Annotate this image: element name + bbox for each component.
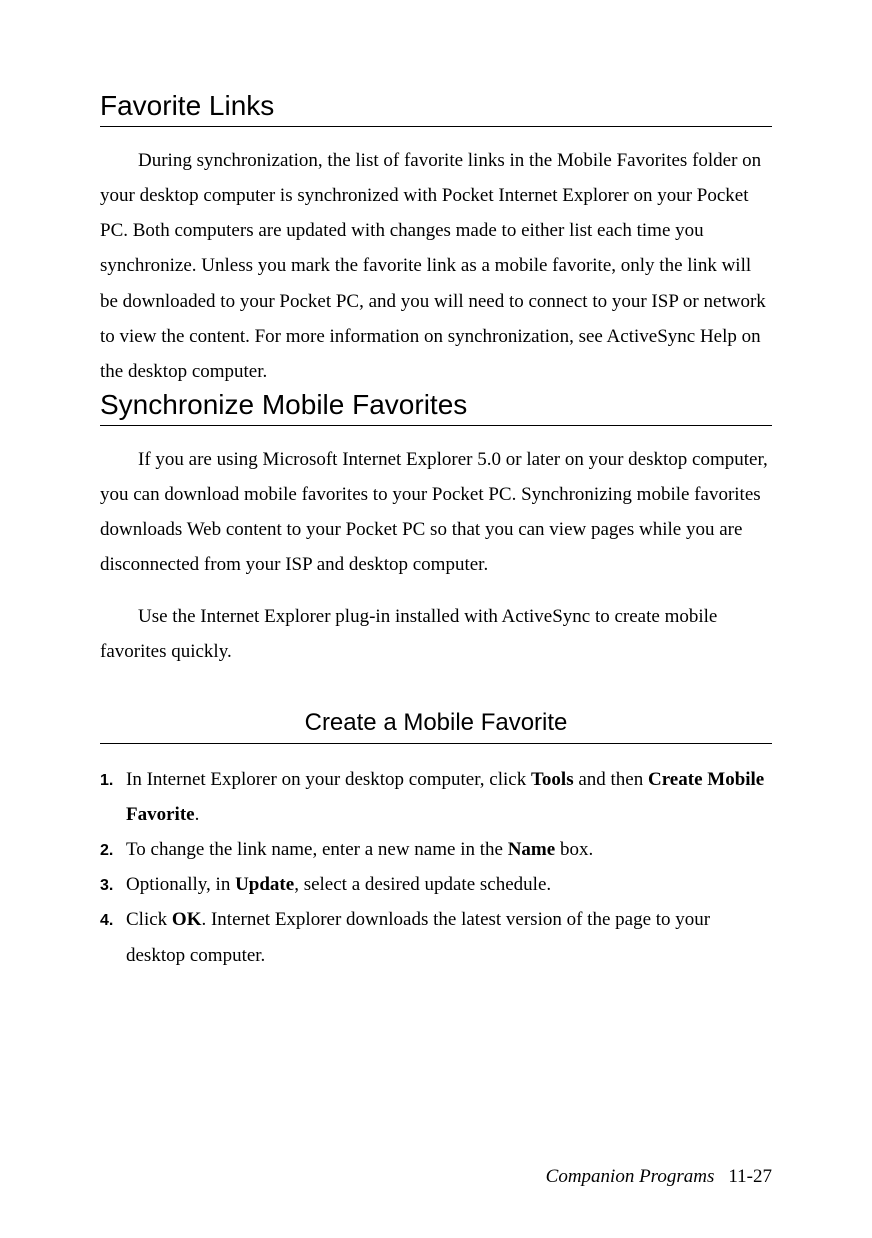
- text: box.: [555, 839, 593, 860]
- text: In Internet Explorer on your desktop com…: [126, 769, 531, 790]
- text: Click: [126, 909, 172, 930]
- text: Optionally, in: [126, 874, 235, 895]
- text: and then: [574, 769, 648, 790]
- step-2: To change the link name, enter a new nam…: [100, 832, 772, 867]
- step-4: Click OK. Internet Explorer downloads th…: [100, 902, 772, 972]
- bold-name: Name: [508, 839, 555, 860]
- page-footer: Companion Programs 11-27: [546, 1166, 772, 1188]
- step-1: In Internet Explorer on your desktop com…: [100, 762, 772, 832]
- para-favorite-links: During synchronization, the list of favo…: [100, 143, 772, 389]
- text: .: [195, 804, 200, 825]
- para-sync-1: If you are using Microsoft Internet Expl…: [100, 442, 772, 583]
- footer-title: Companion Programs: [546, 1166, 715, 1187]
- text: To change the link name, enter a new nam…: [126, 839, 508, 860]
- step-3: Optionally, in Update, select a desired …: [100, 867, 772, 902]
- para-sync-2: Use the Internet Explorer plug-in instal…: [100, 599, 772, 669]
- text: . Internet Explorer downloads the latest…: [126, 909, 710, 965]
- heading-sync-mobile-favorites: Synchronize Mobile Favorites: [100, 389, 772, 426]
- text: , select a desired update schedule.: [294, 874, 551, 895]
- footer-page-number: 11-27: [728, 1166, 772, 1187]
- heading-create-mobile-favorite: Create a Mobile Favorite: [100, 709, 772, 744]
- page: Favorite Links During synchronization, t…: [0, 0, 872, 1238]
- bold-ok: OK: [172, 909, 202, 930]
- heading-favorite-links: Favorite Links: [100, 90, 772, 127]
- steps-list: In Internet Explorer on your desktop com…: [100, 762, 772, 973]
- bold-tools: Tools: [531, 769, 574, 790]
- bold-update: Update: [235, 874, 294, 895]
